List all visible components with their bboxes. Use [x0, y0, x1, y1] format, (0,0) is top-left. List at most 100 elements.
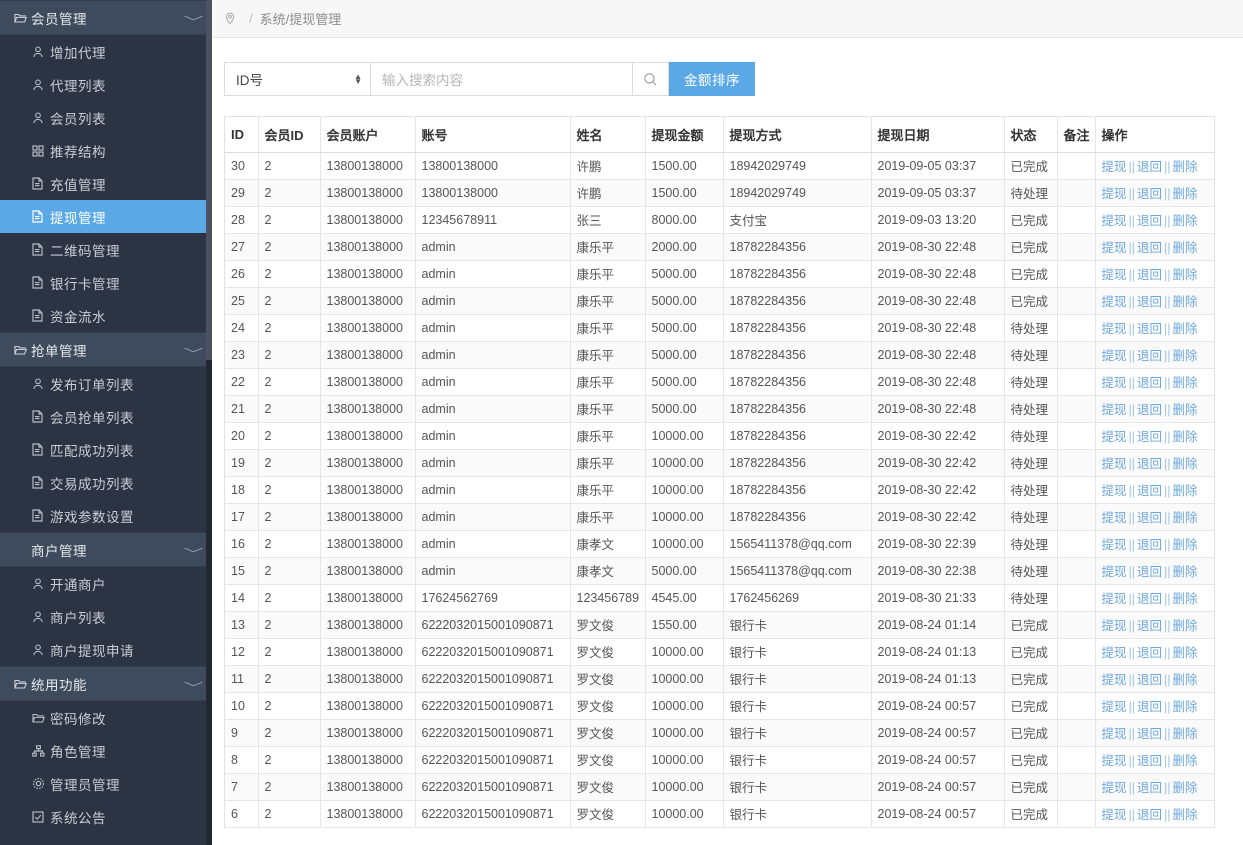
withdraw-action-link[interactable]: 提现: [1102, 727, 1127, 741]
return-action-link[interactable]: 退回: [1137, 808, 1162, 822]
withdraw-action-link[interactable]: 提现: [1102, 808, 1127, 822]
withdraw-action-link[interactable]: 提现: [1102, 430, 1127, 444]
delete-action-link[interactable]: 删除: [1173, 673, 1198, 687]
search-input[interactable]: 输入搜索内容: [371, 62, 633, 96]
withdraw-action-link[interactable]: 提现: [1102, 592, 1127, 606]
withdraw-action-link[interactable]: 提现: [1102, 484, 1127, 498]
withdraw-action-link[interactable]: 提现: [1102, 160, 1127, 174]
delete-action-link[interactable]: 删除: [1173, 781, 1198, 795]
withdraw-action-link[interactable]: 提现: [1102, 376, 1127, 390]
return-action-link[interactable]: 退回: [1137, 727, 1162, 741]
sidebar-group-1[interactable]: 会员管理: [0, 0, 212, 35]
sidebar-item-商户管理-商户列表[interactable]: 商户列表: [0, 600, 212, 633]
sidebar-item-会员管理-推荐结构[interactable]: 推荐结构: [0, 134, 212, 167]
sidebar-item-抢单管理-游戏参数设置[interactable]: 游戏参数设置: [0, 499, 212, 532]
delete-action-link[interactable]: 删除: [1173, 646, 1198, 660]
return-action-link[interactable]: 退回: [1137, 214, 1162, 228]
return-action-link[interactable]: 退回: [1137, 295, 1162, 309]
return-action-link[interactable]: 退回: [1137, 754, 1162, 768]
return-action-link[interactable]: 退回: [1137, 619, 1162, 633]
sidebar-item-统用功能-管理员管理[interactable]: 管理员管理: [0, 767, 212, 800]
return-action-link[interactable]: 退回: [1137, 511, 1162, 525]
return-action-link[interactable]: 退回: [1137, 484, 1162, 498]
return-action-link[interactable]: 退回: [1137, 322, 1162, 336]
withdraw-action-link[interactable]: 提现: [1102, 322, 1127, 336]
delete-action-link[interactable]: 删除: [1173, 376, 1198, 390]
delete-action-link[interactable]: 删除: [1173, 214, 1198, 228]
delete-action-link[interactable]: 删除: [1173, 538, 1198, 552]
delete-action-link[interactable]: 删除: [1173, 457, 1198, 471]
delete-action-link[interactable]: 删除: [1173, 349, 1198, 363]
withdraw-action-link[interactable]: 提现: [1102, 187, 1127, 201]
withdraw-action-link[interactable]: 提现: [1102, 700, 1127, 714]
sidebar-item-抢单管理-匹配成功列表[interactable]: 匹配成功列表: [0, 433, 212, 466]
delete-action-link[interactable]: 删除: [1173, 700, 1198, 714]
return-action-link[interactable]: 退回: [1137, 430, 1162, 444]
withdraw-action-link[interactable]: 提现: [1102, 268, 1127, 282]
delete-action-link[interactable]: 删除: [1173, 619, 1198, 633]
delete-action-link[interactable]: 删除: [1173, 187, 1198, 201]
withdraw-action-link[interactable]: 提现: [1102, 241, 1127, 255]
withdraw-action-link[interactable]: 提现: [1102, 754, 1127, 768]
delete-action-link[interactable]: 删除: [1173, 403, 1198, 417]
return-action-link[interactable]: 退回: [1137, 160, 1162, 174]
return-action-link[interactable]: 退回: [1137, 376, 1162, 390]
withdraw-action-link[interactable]: 提现: [1102, 673, 1127, 687]
delete-action-link[interactable]: 删除: [1173, 268, 1198, 282]
sidebar-item-会员管理-银行卡管理[interactable]: 银行卡管理: [0, 266, 212, 299]
withdraw-action-link[interactable]: 提现: [1102, 457, 1127, 471]
search-field-select[interactable]: ID号 ▲▼: [224, 62, 371, 96]
sort-by-amount-button[interactable]: 金额排序: [669, 62, 755, 96]
return-action-link[interactable]: 退回: [1137, 592, 1162, 606]
sidebar-item-抢单管理-交易成功列表[interactable]: 交易成功列表: [0, 466, 212, 499]
sidebar-item-统用功能-密码修改[interactable]: 密码修改: [0, 701, 212, 734]
withdraw-action-link[interactable]: 提现: [1102, 781, 1127, 795]
sidebar-group-4[interactable]: 统用功能: [0, 666, 212, 701]
delete-action-link[interactable]: 删除: [1173, 484, 1198, 498]
return-action-link[interactable]: 退回: [1137, 187, 1162, 201]
withdraw-action-link[interactable]: 提现: [1102, 619, 1127, 633]
sidebar-item-会员管理-会员列表[interactable]: 会员列表: [0, 101, 212, 134]
sidebar-group-2[interactable]: 抢单管理: [0, 332, 212, 367]
return-action-link[interactable]: 退回: [1137, 700, 1162, 714]
delete-action-link[interactable]: 删除: [1173, 322, 1198, 336]
return-action-link[interactable]: 退回: [1137, 349, 1162, 363]
return-action-link[interactable]: 退回: [1137, 538, 1162, 552]
search-button[interactable]: [633, 62, 669, 96]
withdraw-action-link[interactable]: 提现: [1102, 349, 1127, 363]
delete-action-link[interactable]: 删除: [1173, 565, 1198, 579]
return-action-link[interactable]: 退回: [1137, 673, 1162, 687]
sidebar-item-会员管理-充值管理[interactable]: 充值管理: [0, 167, 212, 200]
delete-action-link[interactable]: 删除: [1173, 241, 1198, 255]
sidebar-item-会员管理-增加代理[interactable]: 增加代理: [0, 35, 212, 68]
sidebar-item-商户管理-开通商户[interactable]: 开通商户: [0, 567, 212, 600]
sidebar-item-抢单管理-会员抢单列表[interactable]: 会员抢单列表: [0, 400, 212, 433]
withdraw-action-link[interactable]: 提现: [1102, 565, 1127, 579]
return-action-link[interactable]: 退回: [1137, 565, 1162, 579]
sidebar-group-3[interactable]: 商户管理: [0, 532, 212, 567]
delete-action-link[interactable]: 删除: [1173, 160, 1198, 174]
sidebar-item-会员管理-代理列表[interactable]: 代理列表: [0, 68, 212, 101]
delete-action-link[interactable]: 删除: [1173, 727, 1198, 741]
sidebar-item-商户管理-商户提现申请[interactable]: 商户提现申请: [0, 633, 212, 666]
sidebar-item-统用功能-系统公告[interactable]: 系统公告: [0, 800, 212, 833]
return-action-link[interactable]: 退回: [1137, 781, 1162, 795]
delete-action-link[interactable]: 删除: [1173, 754, 1198, 768]
withdraw-action-link[interactable]: 提现: [1102, 646, 1127, 660]
return-action-link[interactable]: 退回: [1137, 268, 1162, 282]
delete-action-link[interactable]: 删除: [1173, 430, 1198, 444]
sidebar-item-抢单管理-发布订单列表[interactable]: 发布订单列表: [0, 367, 212, 400]
sidebar-item-会员管理-二维码管理[interactable]: 二维码管理: [0, 233, 212, 266]
return-action-link[interactable]: 退回: [1137, 646, 1162, 660]
withdraw-action-link[interactable]: 提现: [1102, 403, 1127, 417]
withdraw-action-link[interactable]: 提现: [1102, 295, 1127, 309]
sidebar-item-统用功能-角色管理[interactable]: 角色管理: [0, 734, 212, 767]
withdraw-action-link[interactable]: 提现: [1102, 538, 1127, 552]
return-action-link[interactable]: 退回: [1137, 403, 1162, 417]
sidebar-item-会员管理-资金流水[interactable]: 资金流水: [0, 299, 212, 332]
delete-action-link[interactable]: 删除: [1173, 511, 1198, 525]
return-action-link[interactable]: 退回: [1137, 457, 1162, 471]
withdraw-action-link[interactable]: 提现: [1102, 214, 1127, 228]
sidebar-item-会员管理-提现管理[interactable]: 提现管理: [0, 200, 212, 233]
delete-action-link[interactable]: 删除: [1173, 295, 1198, 309]
